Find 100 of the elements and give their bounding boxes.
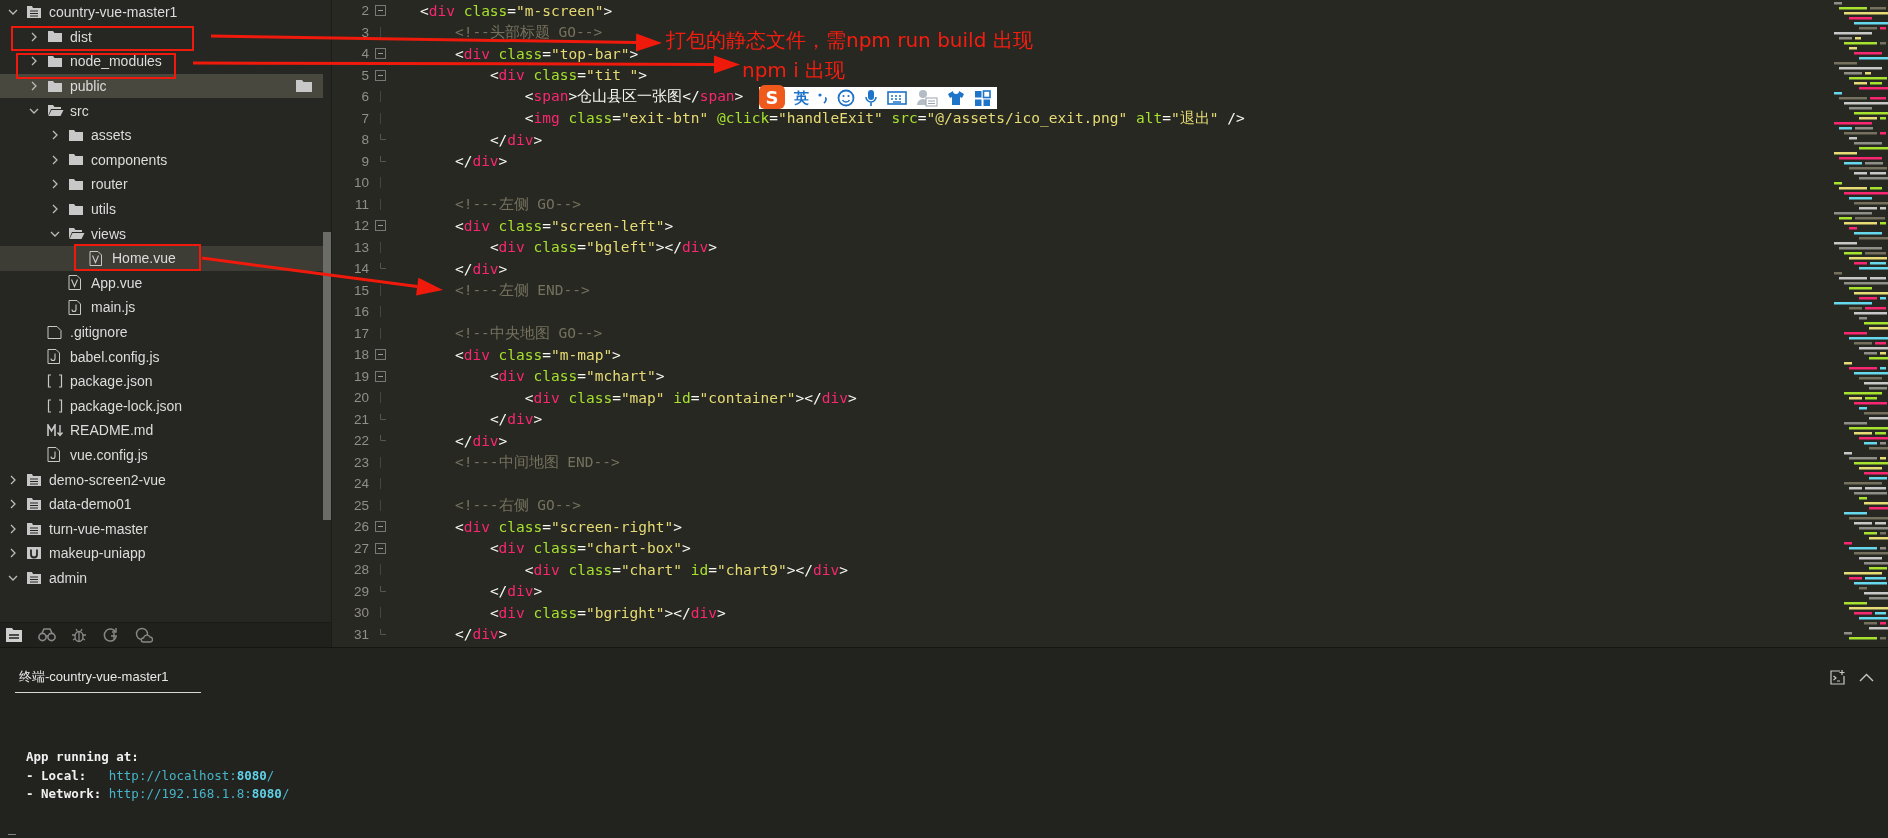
annotation-text: 打包的静态文件，需npm run build 出现 bbox=[666, 27, 1033, 53]
line-number: 13 bbox=[352, 239, 369, 255]
tree-item[interactable]: views bbox=[0, 221, 323, 246]
tree-item[interactable]: demo-screen2-vue bbox=[0, 467, 323, 492]
chevron-icon[interactable] bbox=[29, 81, 39, 92]
chevron-icon[interactable] bbox=[8, 474, 18, 485]
collapse-icon[interactable] bbox=[375, 349, 386, 361]
tree-item[interactable]: babel.config.js bbox=[0, 344, 323, 369]
tree-item[interactable]: router bbox=[0, 172, 323, 197]
terminal-tab[interactable]: 终端-country-vue-master1 bbox=[15, 668, 201, 693]
chevron-icon[interactable] bbox=[50, 204, 60, 215]
collapse-icon[interactable] bbox=[375, 5, 386, 17]
tree-item[interactable]: src bbox=[0, 98, 323, 123]
chevron-icon[interactable] bbox=[50, 154, 60, 165]
tree-item[interactable]: data-demo01 bbox=[0, 491, 323, 517]
code-line: <!---中间地图 END--> bbox=[453, 452, 620, 472]
project-icon bbox=[26, 570, 42, 585]
line-number: 26 bbox=[352, 519, 369, 535]
punctuation-icon[interactable] bbox=[818, 91, 828, 105]
tree-item[interactable]: package-lock.json bbox=[0, 393, 323, 419]
line-number: 18 bbox=[352, 347, 369, 363]
shirt-icon[interactable] bbox=[947, 90, 965, 106]
chevron-icon[interactable] bbox=[50, 179, 60, 190]
tree-item[interactable]: turn-vue-master bbox=[0, 516, 323, 542]
code-line: </div> bbox=[488, 131, 543, 148]
collapse-icon[interactable] bbox=[375, 542, 386, 554]
collapse-icon[interactable] bbox=[375, 48, 386, 60]
new-terminal-icon[interactable] bbox=[1830, 670, 1845, 685]
line-number: 31 bbox=[352, 626, 369, 642]
collapse-icon[interactable] bbox=[375, 220, 386, 232]
chevron-icon[interactable] bbox=[29, 56, 39, 67]
tree-item[interactable]: public bbox=[0, 73, 323, 99]
file-icon bbox=[47, 325, 62, 339]
grid-icon[interactable] bbox=[974, 89, 991, 107]
terminal-cursor: _ bbox=[8, 819, 16, 835]
binoculars-icon[interactable] bbox=[38, 628, 56, 642]
chevron-icon[interactable] bbox=[8, 548, 18, 559]
chevron-icon[interactable] bbox=[50, 130, 60, 141]
collapse-icon[interactable] bbox=[375, 69, 386, 81]
code-line: <!---右侧 GO--> bbox=[453, 495, 581, 515]
collapse-icon[interactable] bbox=[375, 370, 386, 382]
tree-item[interactable]: admin bbox=[0, 565, 323, 591]
chevron-icon[interactable] bbox=[8, 499, 18, 510]
code-line: <span>仓山县区一张图</span> bbox=[523, 87, 744, 107]
line-number: 6 bbox=[360, 89, 369, 105]
tree-item[interactable]: main.js bbox=[0, 295, 323, 320]
file-icon bbox=[47, 349, 60, 365]
tree-item[interactable]: .gitignore bbox=[0, 319, 323, 345]
smiley-icon[interactable] bbox=[837, 89, 855, 107]
line-number: 21 bbox=[352, 411, 369, 427]
folder-icon bbox=[68, 177, 84, 191]
code-line: <!--头部标题 GO--> bbox=[453, 22, 603, 42]
code-line: <div class="bgleft"></div> bbox=[488, 239, 717, 256]
tree-item[interactable]: README.md bbox=[0, 418, 323, 443]
folder-icon bbox=[68, 128, 84, 142]
chevron-icon[interactable] bbox=[8, 523, 18, 534]
project-icon bbox=[26, 472, 42, 487]
tree-item[interactable]: country-vue-master1 bbox=[0, 0, 323, 25]
input-mode-toggle[interactable]: 英 bbox=[794, 88, 809, 108]
tree-item[interactable]: dist bbox=[0, 24, 323, 50]
code-line: <!---左侧 END--> bbox=[453, 280, 590, 300]
code-line: <div class="m-map"> bbox=[453, 346, 621, 363]
file-icon bbox=[47, 447, 60, 463]
line-number: 5 bbox=[360, 67, 369, 83]
annotation-text: npm i 出现 bbox=[742, 57, 846, 83]
terminal-line: - Network: http://192.168.1.8:8080/ bbox=[26, 786, 291, 803]
line-number: 14 bbox=[352, 261, 369, 277]
collapse-icon[interactable] bbox=[375, 521, 386, 533]
folder-icon bbox=[68, 227, 85, 241]
project-icon bbox=[26, 5, 42, 20]
code-line: <div class="tit "> bbox=[488, 67, 648, 84]
file-list-icon[interactable] bbox=[5, 627, 23, 643]
line-number: 20 bbox=[352, 390, 369, 406]
tree-item[interactable]: assets bbox=[0, 122, 323, 148]
tree-item[interactable]: node_modules bbox=[0, 49, 323, 74]
line-number: 8 bbox=[360, 132, 369, 148]
brackets-icon bbox=[47, 374, 63, 389]
code-line: <div class="chart-box"> bbox=[488, 540, 691, 557]
tree-item[interactable]: utils bbox=[0, 196, 323, 222]
project-icon bbox=[26, 546, 42, 561]
line-number: 23 bbox=[352, 454, 369, 470]
refresh-icon[interactable] bbox=[102, 627, 120, 643]
cloud-icon[interactable] bbox=[135, 627, 153, 643]
tree-item[interactable]: components bbox=[0, 147, 323, 173]
tree-item[interactable]: vue.config.js bbox=[0, 442, 323, 468]
code-line: <div class="chart" id="chart9"></div> bbox=[523, 561, 848, 578]
chevron-up-icon[interactable] bbox=[1859, 673, 1874, 682]
folder-icon[interactable] bbox=[295, 78, 313, 93]
tree-item[interactable]: makeup-uniapp bbox=[0, 541, 323, 566]
keyboard-icon[interactable] bbox=[887, 91, 907, 105]
code-line: <img class="exit-btn" @click="handleExit" src="@/assets/ico_exit.png" alt="退出" /> bbox=[523, 108, 1245, 128]
tree-item[interactable]: package.json bbox=[0, 368, 323, 394]
line-number: 19 bbox=[352, 368, 369, 384]
chevron-icon[interactable] bbox=[29, 31, 39, 42]
bug-icon[interactable] bbox=[71, 627, 87, 643]
line-number: 15 bbox=[352, 282, 369, 298]
scrollbar[interactable] bbox=[323, 232, 331, 520]
tree-item[interactable]: App.vue bbox=[0, 270, 323, 296]
microphone-icon[interactable] bbox=[864, 89, 878, 107]
line-number: 22 bbox=[352, 433, 369, 449]
